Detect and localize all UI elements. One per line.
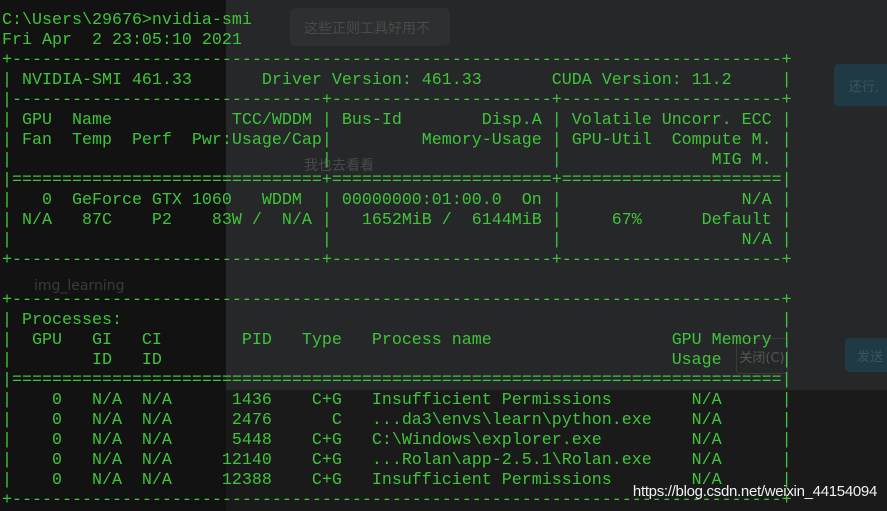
process-row: | 0 N/A N/A 12140 C+G ...Rolan\app-2.5.1…: [2, 451, 792, 470]
gpu-row: | 0 GeForce GTX 1060 WDDM | 00000000:01:…: [2, 191, 792, 210]
processes-header-row: | ID ID Usage |: [2, 351, 792, 370]
table-border: +-------------------------------+-------…: [2, 251, 792, 270]
watermark: https://blog.csdn.net/weixin_44154094: [632, 483, 877, 500]
terminal-output: C:\Users\29676>nvidia-smi Fri Apr 2 23:0…: [2, 11, 792, 511]
process-row: | 0 N/A N/A 5448 C+G C:\Windows\explorer…: [2, 431, 792, 450]
processes-title: | Processes: |: [2, 311, 792, 330]
process-row: | 0 N/A N/A 2476 C ...da3\envs\learn\pyt…: [2, 411, 792, 430]
gpu-header-row: | GPU Name TCC/WDDM | Bus-Id Disp.A | Vo…: [2, 111, 792, 130]
table-border: |-------------------------------+-------…: [2, 91, 792, 110]
command-line: C:\Users\29676>nvidia-smi: [2, 11, 252, 30]
version-line: | NVIDIA-SMI 461.33 Driver Version: 461.…: [2, 71, 792, 90]
gpu-row: | N/A 87C P2 83W / N/A | 1652MiB / 6144M…: [2, 211, 792, 230]
gpu-row: | | | N/A |: [2, 231, 792, 250]
table-border: +---------------------------------------…: [2, 291, 792, 310]
table-border: |===============================+=======…: [2, 171, 792, 190]
table-border: |=======================================…: [2, 371, 792, 390]
send-button[interactable]: 发送: [845, 338, 887, 372]
timestamp-line: Fri Apr 2 23:05:10 2021: [2, 31, 242, 50]
gpu-header-row: | Fan Temp Perf Pwr:Usage/Cap| Memory-Us…: [2, 131, 792, 150]
processes-header-row: | GPU GI CI PID Type Process name GPU Me…: [2, 331, 792, 350]
reply-button[interactable]: 还行,: [834, 64, 887, 106]
gpu-header-row: | | | MIG M. |: [2, 151, 792, 170]
table-border: +---------------------------------------…: [2, 51, 792, 70]
process-row: | 0 N/A N/A 1436 C+G Insufficient Permis…: [2, 391, 792, 410]
